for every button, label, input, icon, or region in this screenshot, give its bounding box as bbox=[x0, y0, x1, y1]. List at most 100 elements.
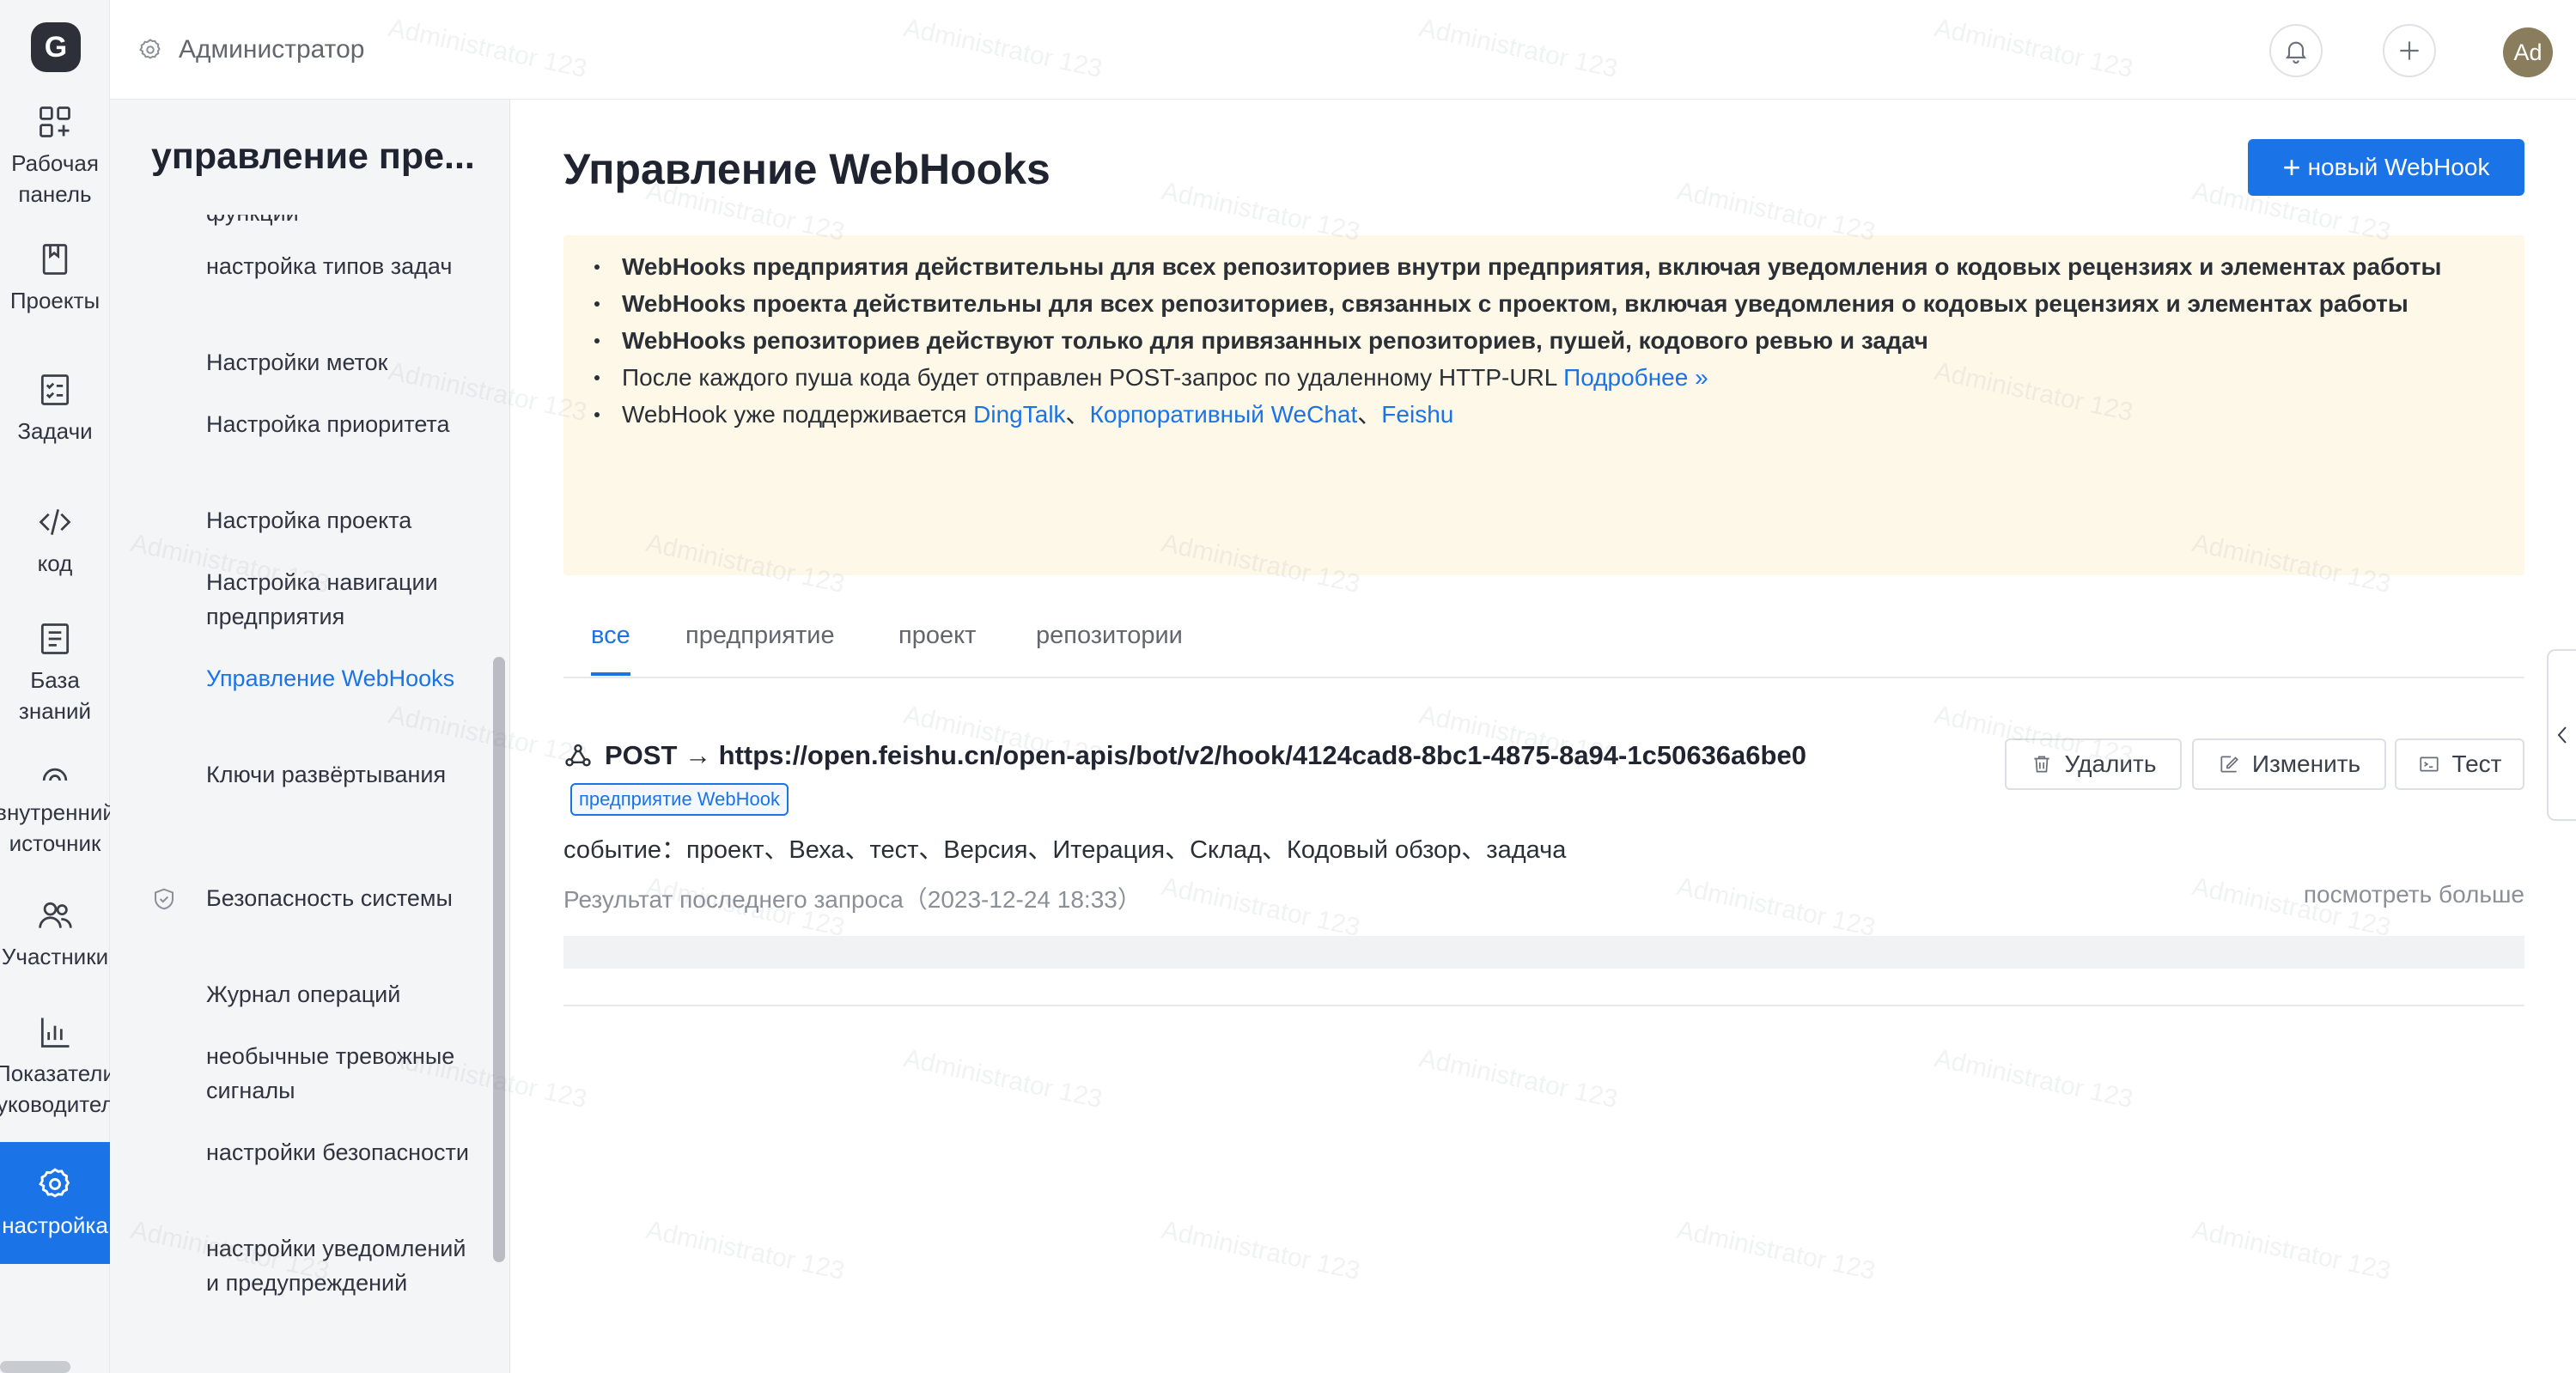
notice-item: WebHooks предприятия действительны для в… bbox=[589, 252, 2499, 281]
sidebar-item-project-settings[interactable]: Настройка проекта bbox=[206, 503, 481, 538]
webhook-url[interactable]: POST → https://open.feishu.cn/open-apis/… bbox=[563, 740, 1806, 771]
dingtalk-link[interactable]: DingTalk bbox=[973, 401, 1065, 428]
test-label: Тест bbox=[2451, 750, 2502, 777]
shield-icon bbox=[155, 888, 174, 910]
rail-item-settings[interactable]: настройка bbox=[0, 1142, 110, 1264]
plus-icon bbox=[2400, 41, 2419, 60]
plus-icon: + bbox=[2282, 149, 2301, 185]
delete-label: Удалить bbox=[2064, 750, 2157, 777]
rail-item-inner-source[interactable]: внутренний источник bbox=[0, 752, 115, 872]
webhook-events: событие：проект、Веха、тест、Версия、Итерация… bbox=[563, 836, 1567, 864]
top-bar: Ad bbox=[510, 0, 2576, 100]
gear-icon bbox=[39, 1168, 70, 1198]
bar-chart-icon bbox=[40, 1018, 70, 1048]
notice-item: WebHooks репозиториев действуют только д… bbox=[589, 326, 2499, 355]
rail-label: Участники bbox=[1, 944, 109, 969]
user-avatar[interactable]: Ad bbox=[2503, 27, 2553, 77]
source-icon bbox=[42, 768, 68, 781]
new-webhook-button[interactable]: + новый WebHook bbox=[2248, 139, 2524, 196]
rail-item-projects[interactable]: Проекты bbox=[0, 240, 110, 335]
sidebar-item-task-types[interactable]: настройка типов задач bbox=[206, 249, 481, 283]
tab-repositories[interactable]: репозитории bbox=[1036, 622, 1183, 672]
sidebar-item-security-settings[interactable]: настройки безопасности bbox=[206, 1135, 481, 1169]
icon-rail: G Рабочая панель Проекты Задачи код База… bbox=[0, 0, 125, 1373]
create-button[interactable] bbox=[2383, 24, 2436, 77]
webhook-url-text: POST → https://open.feishu.cn/open-apis/… bbox=[605, 740, 1806, 770]
notice-item: После каждого пуша кода будет отправлен … bbox=[589, 363, 2499, 392]
separator: 、 bbox=[1357, 401, 1382, 428]
rail-item-knowledge-base[interactable]: База знаний bbox=[0, 620, 110, 740]
gear-icon bbox=[139, 38, 161, 59]
sidebar-item-navigation[interactable]: Настройка навигации предприятия bbox=[206, 565, 481, 634]
settings-sidebar: Администратор управление пре... функции … bbox=[110, 0, 510, 1373]
terminal-icon bbox=[2419, 756, 2439, 772]
document-icon bbox=[40, 623, 70, 654]
last-request-status: Результат последнего запроса（2023-12-24 … bbox=[563, 886, 1142, 913]
rail-item-metrics[interactable]: Показатели руководитель bbox=[0, 1013, 125, 1133]
rail-item-dashboard[interactable]: Рабочая панель bbox=[0, 103, 110, 223]
tab-enterprise[interactable]: предприятие bbox=[685, 622, 835, 672]
edit-button[interactable]: Изменить bbox=[2192, 738, 2386, 790]
notice-text: После каждого пуша кода будет отправлен … bbox=[622, 364, 1564, 391]
users-icon bbox=[39, 902, 72, 928]
rail-label: База знаний bbox=[18, 667, 92, 724]
rail-item-code[interactable]: код bbox=[0, 503, 110, 598]
wechat-link[interactable]: Корпоративный WeChat bbox=[1090, 401, 1358, 428]
see-more-link[interactable]: посмотреть больше bbox=[2304, 881, 2524, 908]
dashboard-icon bbox=[40, 106, 70, 137]
rail-scrollbar[interactable] bbox=[0, 1361, 70, 1373]
app-logo[interactable]: G bbox=[31, 22, 81, 72]
rail-item-tasks[interactable]: Задачи bbox=[0, 371, 110, 465]
delete-button[interactable]: Удалить bbox=[2005, 738, 2182, 790]
divider bbox=[563, 1005, 2524, 1006]
notice-item: WebHook уже поддерживается DingTalk、Корп… bbox=[589, 400, 2499, 428]
sidebar-scrollbar[interactable] bbox=[493, 657, 505, 1262]
sidebar-breadcrumb[interactable]: Администратор bbox=[110, 0, 510, 100]
page-title: Управление WebHooks bbox=[563, 145, 1050, 193]
notice-text: WebHook уже поддерживается bbox=[622, 401, 974, 428]
app-root: G Рабочая панель Проекты Задачи код База… bbox=[0, 0, 2576, 1373]
sidebar-item-partial[interactable]: функции bbox=[206, 215, 299, 230]
tab-all[interactable]: все bbox=[591, 622, 630, 676]
main-content: Управление WebHooks + новый WebHook WebH… bbox=[510, 100, 2576, 1373]
sidebar-title: управление пре... bbox=[151, 136, 475, 177]
rail-item-members[interactable]: Участники bbox=[0, 896, 110, 991]
learn-more-link[interactable]: Подробнее » bbox=[1563, 364, 1708, 391]
bell-icon bbox=[2285, 41, 2307, 64]
rail-label: код bbox=[37, 550, 73, 576]
sidebar-item-notifications[interactable]: настройки уведомлений и предупреждений bbox=[206, 1231, 481, 1300]
request-result-bar bbox=[563, 936, 2524, 969]
scope-badge: предприятие WebHook bbox=[570, 783, 789, 816]
sidebar-menu: функции настройка типов задач Настройки … bbox=[110, 215, 505, 1373]
sidebar-item-audit-log[interactable]: Журнал операций bbox=[206, 977, 481, 1012]
info-notice: WebHooks предприятия действительны для в… bbox=[563, 235, 2524, 575]
code-icon bbox=[39, 508, 71, 536]
separator: 、 bbox=[1065, 401, 1090, 428]
rail-label: Проекты bbox=[9, 288, 100, 313]
rail-label: внутренний источник bbox=[0, 799, 115, 856]
sidebar-item-label: Безопасность системы bbox=[206, 885, 453, 911]
sidebar-item-priority[interactable]: Настройка приоритета bbox=[206, 407, 481, 441]
rail-label: настройка bbox=[2, 1212, 108, 1238]
sidebar-item-system-security[interactable]: Безопасность системы bbox=[155, 881, 481, 915]
rail-label: Рабочая панель bbox=[11, 150, 99, 207]
feishu-link[interactable]: Feishu bbox=[1381, 401, 1453, 428]
sidebar-item-alerts[interactable]: необычные тревожные сигналы bbox=[206, 1039, 481, 1108]
breadcrumb-label: Администратор bbox=[179, 34, 365, 64]
sidebar-item-labels[interactable]: Настройки меток bbox=[206, 345, 481, 380]
checklist-icon bbox=[40, 374, 70, 405]
test-button[interactable]: Тест bbox=[2395, 738, 2524, 790]
sidebar-item-deploy-keys[interactable]: Ключи развёртывания bbox=[206, 757, 481, 792]
notice-item: WebHooks проекта действительны для всех … bbox=[589, 289, 2499, 318]
rail-label: Показатели руководитель bbox=[0, 1060, 126, 1117]
rail-label: Задачи bbox=[17, 418, 93, 444]
sidebar-item-webhooks[interactable]: Управление WebHooks bbox=[206, 661, 481, 696]
panel-collapse-toggle[interactable] bbox=[2547, 649, 2576, 821]
webhook-icon bbox=[565, 744, 591, 767]
webhook-tabs: все предприятие проект репозитории bbox=[563, 606, 2524, 678]
edit-label: Изменить bbox=[2251, 750, 2361, 777]
chevron-left-icon bbox=[2557, 726, 2567, 744]
tab-project[interactable]: проект bbox=[898, 622, 976, 672]
notifications-button[interactable] bbox=[2269, 24, 2323, 77]
trash-icon bbox=[2033, 756, 2049, 773]
